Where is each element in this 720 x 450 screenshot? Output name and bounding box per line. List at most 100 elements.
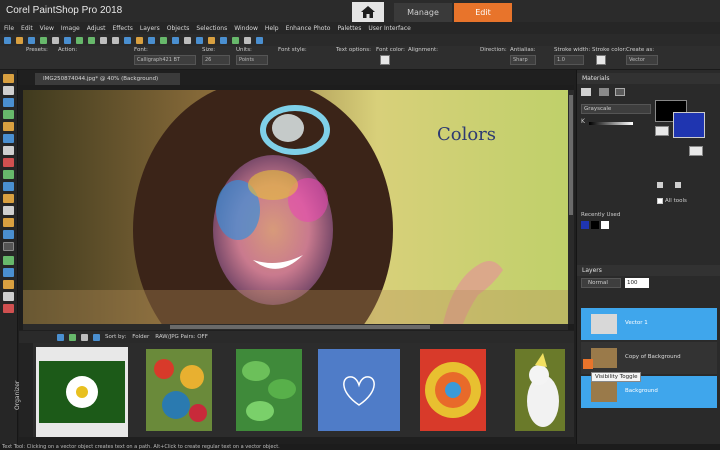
recent-color-3[interactable] [601,221,609,229]
foreground-texture-swatch[interactable] [655,126,669,136]
menu-adjust[interactable]: Adjust [87,25,106,32]
antialias-select[interactable]: Sharp [510,55,536,65]
horizontal-scroll-thumb[interactable] [170,325,430,329]
home-button[interactable] [352,2,384,22]
pan-tool-icon[interactable] [3,74,14,83]
warp-brush-icon[interactable] [3,280,14,289]
new-icon[interactable] [4,36,11,44]
menu-layers[interactable]: Layers [140,25,160,32]
rotate-icon[interactable] [160,36,167,44]
paste-icon[interactable] [124,36,131,44]
dropper-tool-icon[interactable] [3,110,14,119]
menu-selections[interactable]: Selections [196,25,227,32]
tab-edit[interactable]: Edit [454,3,512,22]
menu-palettes[interactable]: Palettes [337,25,361,32]
histogram-icon[interactable] [184,36,191,44]
crop-icon[interactable] [136,36,143,44]
copy-icon[interactable] [112,36,119,44]
eraser-tool-icon[interactable] [3,206,14,215]
scan-icon[interactable] [64,36,71,44]
thumbnail-umbrella[interactable] [420,349,486,431]
pen-tool-icon[interactable] [3,268,14,277]
units-select[interactable]: Points [236,55,268,65]
all-tools-checkbox[interactable] [657,198,663,204]
object-remover-icon[interactable] [3,304,14,313]
flood-fill-icon[interactable] [3,218,14,227]
background-texture-swatch[interactable] [689,146,703,156]
recent-color-2[interactable] [591,221,599,229]
organizer-refresh-icon[interactable] [69,333,76,341]
menu-objects[interactable]: Objects [167,25,190,32]
makeover-tool-icon[interactable] [3,170,14,179]
swap-colors-icon[interactable] [657,182,663,188]
organizer-share-icon[interactable] [93,333,100,341]
help-icon[interactable] [256,36,263,44]
grayscale-tab-icon[interactable] [615,88,625,96]
menu-user-interface[interactable]: User Interface [368,25,410,32]
crop-tool-icon[interactable] [3,122,14,131]
opacity-input[interactable]: 100 [625,278,649,288]
vertical-scroll-thumb[interactable] [569,95,573,215]
font-select[interactable]: Calligraph421 BT [134,55,196,65]
background-color-swatch[interactable] [673,112,705,138]
effects-icon[interactable] [208,36,215,44]
stroke-width-input[interactable]: 1.0 [554,55,584,65]
perspective-tool-icon[interactable] [3,146,14,155]
save-icon[interactable] [28,36,35,44]
create-as-select[interactable]: Vector [626,55,658,65]
thumbnail-leaves[interactable] [236,349,302,431]
menu-file[interactable]: File [4,25,14,32]
canvas-text-colors[interactable]: Colors [437,124,496,145]
script-icon[interactable] [232,36,239,44]
swatches-tab-icon[interactable] [599,88,609,96]
red-eye-tool-icon[interactable] [3,158,14,167]
redo-icon[interactable] [88,36,95,44]
k-slider[interactable] [589,122,633,125]
menu-image[interactable]: Image [61,25,80,32]
recent-color-1[interactable] [581,221,589,229]
thumbnail-heart[interactable] [318,349,400,431]
paint-brush-icon[interactable] [3,194,14,203]
menu-help[interactable]: Help [265,25,279,32]
raw-jpg-pairs-toggle[interactable]: RAW/JPG Pairs: OFF [155,334,208,340]
thumbnail-cockatoo[interactable] [515,349,565,431]
menu-window[interactable]: Window [234,25,258,32]
organizer-side-tab[interactable] [19,343,33,437]
image-canvas[interactable]: Colors [23,90,568,324]
tab-manage[interactable]: Manage [394,3,452,22]
organizer-info-icon[interactable] [81,333,88,341]
visibility-toggle-eye-icon[interactable] [583,359,593,369]
straighten-tool-icon[interactable] [3,134,14,143]
color-wheel-tab-icon[interactable] [581,88,591,96]
undo-icon[interactable] [76,36,83,44]
settings-icon[interactable] [244,36,251,44]
add-swatch-icon[interactable] [675,182,681,188]
document-tab[interactable]: IMG250874044.jpg* @ 40% (Background) [35,73,180,85]
text-tool-icon[interactable] [3,242,14,251]
open-icon[interactable] [16,36,23,44]
sort-by-select[interactable]: Folder [132,334,149,340]
stroke-color-swatch[interactable] [596,55,606,65]
grayscale-select[interactable]: Grayscale [581,104,651,114]
font-color-swatch[interactable] [380,55,390,65]
cut-icon[interactable] [100,36,107,44]
layer-icon[interactable] [172,36,179,44]
layer-row-copy-of-background[interactable]: Copy of Background [581,342,717,374]
shape-tool-icon[interactable] [3,256,14,265]
menu-view[interactable]: View [40,25,54,32]
clone-tool-icon[interactable] [3,182,14,191]
thumbnail-daisy[interactable] [36,347,128,437]
layer-row-vector-1[interactable]: Vector 1 [581,308,717,340]
picture-tube-icon[interactable] [3,230,14,239]
resize-icon[interactable] [148,36,155,44]
adjust-icon[interactable] [196,36,203,44]
organizer-view-icon[interactable] [57,333,64,341]
selection-tool-icon[interactable] [3,98,14,107]
menu-edit[interactable]: Edit [21,25,33,32]
blend-mode-select[interactable]: Normal [581,278,621,288]
size-select[interactable]: 26 [202,55,230,65]
palette-icon[interactable] [220,36,227,44]
pick-tool-icon[interactable] [3,86,14,95]
print-icon[interactable] [52,36,59,44]
menu-enhance-photo[interactable]: Enhance Photo [286,25,331,32]
